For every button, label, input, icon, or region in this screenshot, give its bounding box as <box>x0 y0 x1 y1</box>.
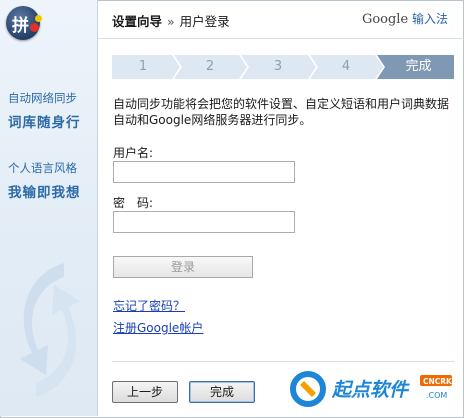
logo-glyph: 拼 <box>12 16 29 36</box>
sidebar: 拼 自动网络同步 词库随身行 个人语言风格 我输即我想 <box>0 0 98 416</box>
step-4: 4 <box>341 59 351 74</box>
logo-yellow-dot <box>35 15 42 22</box>
brand-ime: 输入法 <box>411 12 448 26</box>
register-google-account-link[interactable]: 注册Google帐户 <box>113 319 203 336</box>
breadcrumb-separator: » <box>167 14 175 29</box>
step-3: 3 <box>273 59 283 74</box>
step-2: 2 <box>205 59 215 74</box>
brand: Google 输入法 <box>362 10 448 27</box>
watermark-text: 起点软件 <box>331 379 410 401</box>
sidebar-line-sync: 自动网络同步 <box>8 91 77 105</box>
watermark-logo-icon: 起点软件 CNCRK .COM <box>290 371 453 407</box>
username-label: 用户名: <box>113 146 154 160</box>
password-input[interactable] <box>113 211 295 233</box>
breadcrumb-setup-wizard: 设置向导 <box>112 14 163 29</box>
watermark-badge: CNCRK <box>423 377 453 386</box>
step-1: 1 <box>138 59 148 74</box>
sidebar-line-dictionary: 词库随身行 <box>8 115 81 131</box>
username-input[interactable] <box>113 161 295 183</box>
sidebar-line-slogan: 我输即我想 <box>8 185 81 201</box>
logo-red-dot <box>30 23 39 32</box>
step-progress: 1 2 3 4 完成 <box>112 55 454 79</box>
site-watermark: 起点软件 CNCRK .COM <box>290 365 454 413</box>
sync-arrows-icon <box>20 263 80 397</box>
login-button[interactable]: 登录 <box>113 256 253 278</box>
header: 设置向导 » 用户登录 Google 输入法 <box>98 0 462 39</box>
back-button[interactable]: 上一步 <box>112 381 178 403</box>
password-label: 密 码: <box>113 196 154 210</box>
breadcrumb-user-login: 用户登录 <box>179 14 230 29</box>
forgot-password-link[interactable]: 忘记了密码？ <box>113 297 185 314</box>
sidebar-line-style: 个人语言风格 <box>8 161 77 175</box>
finish-button[interactable]: 完成 <box>189 381 255 403</box>
app-logo-icon: 拼 <box>6 6 42 40</box>
sync-description: 自动同步功能将会把您的软件设置、自定义短语和用户词典数据自动和Google网络服… <box>113 97 450 127</box>
google-logo: Google <box>361 12 409 27</box>
step-5-finish: 完成 <box>405 59 432 74</box>
breadcrumb: 设置向导 » 用户登录 <box>112 11 230 30</box>
footer-divider <box>112 361 454 362</box>
watermark-domain: .COM <box>426 391 447 400</box>
